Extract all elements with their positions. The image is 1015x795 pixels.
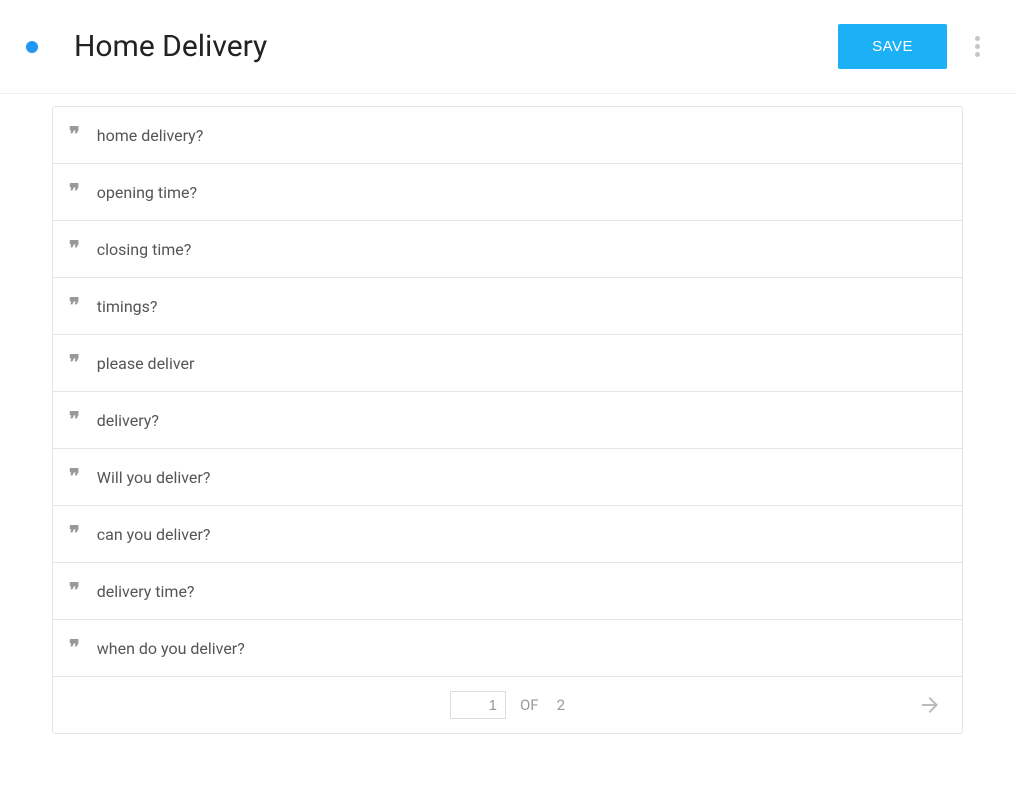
more-menu-button[interactable]: [965, 35, 989, 59]
item-text: when do you deliver?: [97, 639, 245, 658]
list-item[interactable]: ❞ when do you deliver?: [53, 620, 962, 677]
page-title: Home Delivery: [74, 29, 838, 64]
quote-icon: ❞: [69, 125, 77, 145]
quote-icon: ❞: [69, 296, 77, 316]
content-area: ❞ home delivery? ❞ opening time? ❞ closi…: [0, 94, 1015, 734]
item-text: delivery?: [97, 411, 159, 430]
more-vertical-icon: [975, 44, 980, 49]
item-text: home delivery?: [97, 126, 204, 145]
quote-icon: ❞: [69, 581, 77, 601]
item-text: closing time?: [97, 240, 192, 259]
quote-icon: ❞: [69, 467, 77, 487]
pagination-bar: OF 2: [53, 677, 962, 733]
list-item[interactable]: ❞ delivery?: [53, 392, 962, 449]
more-vertical-icon: [975, 36, 980, 41]
item-text: timings?: [97, 297, 158, 316]
arrow-right-icon: [918, 693, 942, 717]
item-text: opening time?: [97, 183, 197, 202]
quote-icon: ❞: [69, 410, 77, 430]
list-item[interactable]: ❞ can you deliver?: [53, 506, 962, 563]
more-vertical-icon: [975, 52, 980, 57]
list-item[interactable]: ❞ home delivery?: [53, 107, 962, 164]
list-item[interactable]: ❞ opening time?: [53, 164, 962, 221]
phrase-list: ❞ home delivery? ❞ opening time? ❞ closi…: [52, 106, 963, 734]
pagination-of-label: OF: [520, 696, 539, 714]
list-item[interactable]: ❞ Will you deliver?: [53, 449, 962, 506]
quote-icon: ❞: [69, 353, 77, 373]
list-item[interactable]: ❞ timings?: [53, 278, 962, 335]
list-item[interactable]: ❞ delivery time?: [53, 563, 962, 620]
save-button[interactable]: SAVE: [838, 24, 947, 69]
list-item[interactable]: ❞ please deliver: [53, 335, 962, 392]
item-text: can you deliver?: [97, 525, 211, 544]
item-text: Will you deliver?: [97, 468, 211, 487]
quote-icon: ❞: [69, 239, 77, 259]
next-page-button[interactable]: [918, 693, 942, 717]
header: Home Delivery SAVE: [0, 0, 1015, 94]
quote-icon: ❞: [69, 182, 77, 202]
quote-icon: ❞: [69, 638, 77, 658]
status-dot-icon: [26, 41, 38, 53]
page-number-input[interactable]: [450, 691, 506, 719]
list-item[interactable]: ❞ closing time?: [53, 221, 962, 278]
item-text: please deliver: [97, 354, 195, 373]
pagination-total: 2: [557, 696, 565, 714]
item-text: delivery time?: [97, 582, 195, 601]
quote-icon: ❞: [69, 524, 77, 544]
